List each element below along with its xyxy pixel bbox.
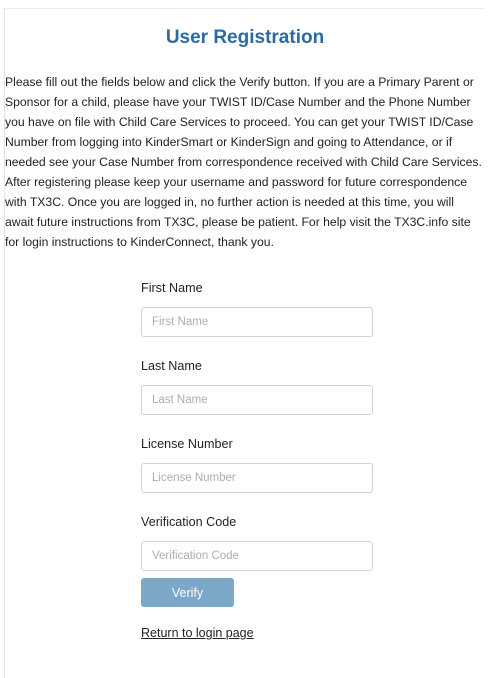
license-number-field[interactable] xyxy=(141,463,373,493)
intro-text: Please fill out the fields below and cli… xyxy=(5,75,482,249)
return-to-login-link[interactable]: Return to login page xyxy=(141,626,254,640)
verification-code-field[interactable] xyxy=(141,541,373,571)
verification-code-label: Verification Code xyxy=(141,515,237,529)
last-name-label: Last Name xyxy=(141,359,202,373)
last-name-field[interactable] xyxy=(141,385,373,415)
verify-button[interactable]: Verify xyxy=(141,578,234,607)
page-title: User Registration xyxy=(165,27,325,48)
license-number-label: License Number xyxy=(141,437,233,451)
first-name-label: First Name xyxy=(141,281,203,295)
first-name-field[interactable] xyxy=(141,307,373,337)
registration-panel: User Registration Please fill out the fi… xyxy=(4,8,484,678)
